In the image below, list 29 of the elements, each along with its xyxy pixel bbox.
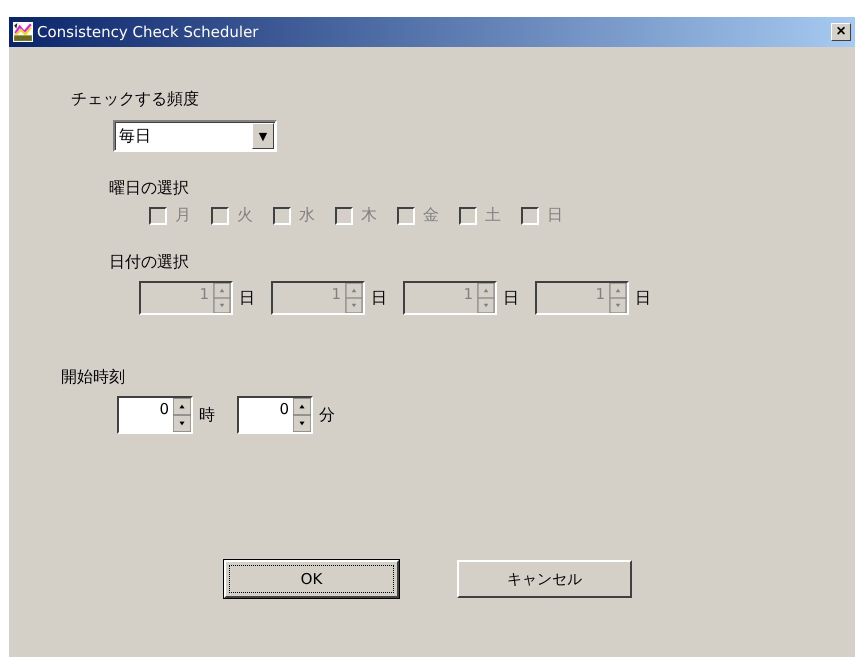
- checkbox-label: 水: [299, 205, 315, 226]
- checkbox-label: 木: [361, 205, 377, 226]
- unit-label: 日: [635, 288, 651, 308]
- unit-label: 時: [199, 404, 215, 426]
- unit-label: 日: [503, 288, 519, 308]
- checkbox-label: 火: [237, 205, 253, 226]
- up-arrow-icon[interactable]: [173, 398, 191, 415]
- spin-field[interactable]: 0: [117, 396, 193, 434]
- section-label: 日付の選択: [109, 252, 189, 273]
- section-label: 曜日の選択: [109, 178, 189, 199]
- checkbox-label: 土: [485, 205, 501, 226]
- spin-field[interactable]: 0: [237, 396, 313, 434]
- checkbox-label: 日: [547, 205, 563, 226]
- checkbox-label: 金: [423, 205, 439, 226]
- dialog-button[interactable]: OK: [224, 560, 399, 598]
- frequency-dropdown[interactable]: 毎日 ▼: [113, 120, 277, 152]
- chart-icon: [13, 22, 33, 42]
- unit-label: 日: [239, 288, 255, 308]
- window-title: Consistency Check Scheduler: [37, 23, 260, 41]
- unit-label: 日: [371, 288, 387, 308]
- checkbox-label: 月: [175, 205, 191, 226]
- section-label: チェックする頻度: [71, 89, 199, 110]
- section-label: 開始時刻: [61, 367, 125, 388]
- dialog-button[interactable]: キャンセル: [457, 560, 632, 598]
- close-button[interactable]: ×: [831, 23, 851, 41]
- unit-label: 分: [319, 404, 335, 426]
- down-arrow-icon[interactable]: [293, 415, 311, 432]
- down-arrow-icon[interactable]: [173, 415, 191, 432]
- up-arrow-icon[interactable]: [293, 398, 311, 415]
